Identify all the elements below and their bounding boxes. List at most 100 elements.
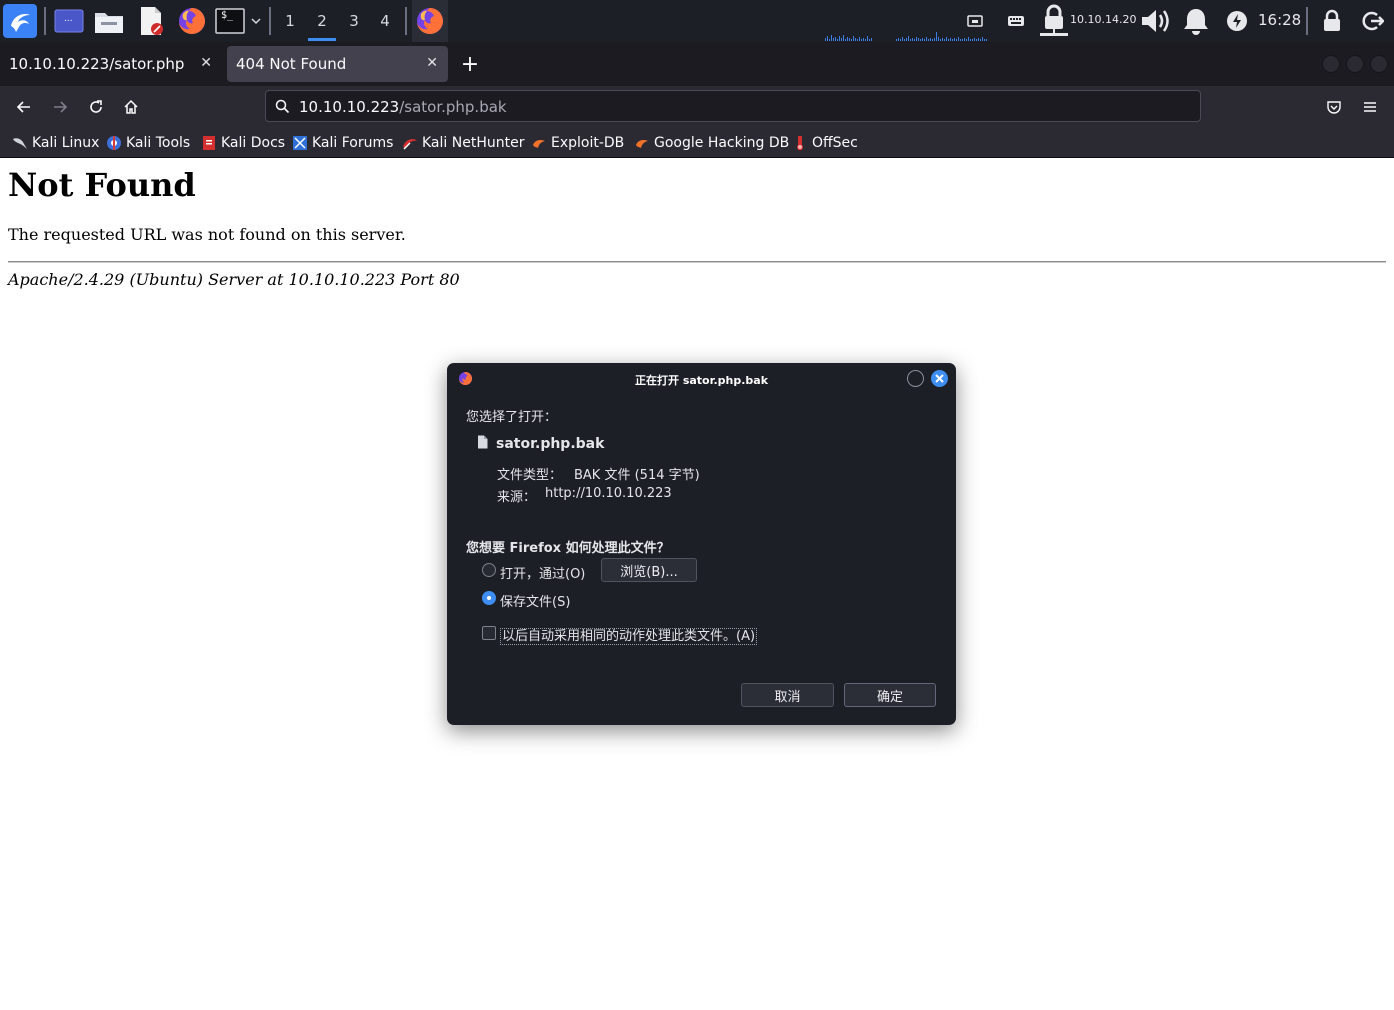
firefox-window-button[interactable] (412, 0, 448, 42)
bookmark-label: Kali Forums (312, 135, 394, 151)
address-bar[interactable]: 10.10.10.223/sator.php.bak (265, 90, 1201, 122)
close-icon (935, 374, 944, 383)
bookmark-google-hacking-db[interactable]: Google Hacking DB (634, 133, 789, 153)
handling-question: 您想要 Firefox 如何处理此文件？ (466, 541, 670, 556)
back-button[interactable] (9, 92, 39, 122)
save-file-radio[interactable] (482, 591, 496, 605)
panel-separator (1306, 7, 1308, 35)
download-dialog: 正在打开 sator.php.bak 您选择了打开： sator.php.bak… (447, 363, 956, 725)
notifications-applet[interactable] (1180, 0, 1212, 42)
kali-dragon-icon (13, 138, 27, 149)
tab-404-not-found[interactable]: 404 Not Found ✕ (227, 46, 448, 82)
ghdb-icon (636, 140, 648, 148)
workspace-4[interactable]: 4 (369, 0, 401, 42)
close-icon[interactable]: ✕ (426, 55, 438, 71)
error-message: The requested URL was not found on this … (8, 225, 406, 244)
close-icon[interactable]: ✕ (200, 55, 212, 71)
home-button[interactable] (116, 92, 146, 122)
file-manager-button[interactable] (92, 0, 126, 42)
firefox-launcher-button[interactable] (174, 0, 210, 42)
save-file-label[interactable]: 保存文件(S) (500, 591, 570, 610)
file-source-label: 来源： (497, 490, 537, 505)
vpn-lock-icon (1040, 4, 1068, 36)
forward-button[interactable] (45, 92, 75, 122)
bookmark-label: Kali Docs (221, 135, 286, 151)
reload-icon (90, 100, 102, 113)
remember-choice-label[interactable]: 以后自动采用相同的动作处理此类文件。(A) (500, 625, 758, 645)
tab-label: 404 Not Found (236, 55, 347, 73)
bookmark-label: Kali Tools (126, 135, 191, 151)
bookmark-label: Exploit-DB (551, 135, 625, 151)
kali-menu-icon (3, 4, 37, 38)
kali-docs-icon (203, 136, 215, 150)
bookmarks-toolbar: Kali Linux Kali Tools Kali Docs Kali For… (0, 128, 1394, 158)
panel-separator (44, 7, 46, 35)
pocket-icon (1327, 101, 1341, 114)
chevron-down-icon (251, 18, 261, 25)
open-with-label[interactable]: 打开，通过(O) (500, 563, 585, 582)
keyboard-applet[interactable] (1005, 0, 1027, 42)
bookmark-kali-forums[interactable]: Kali Forums (292, 133, 393, 153)
logout-button[interactable] (1360, 0, 1386, 42)
panel-clock[interactable]: 16:28 (1258, 11, 1301, 29)
power-icon (1227, 11, 1247, 31)
text-editor-button[interactable] (134, 0, 168, 42)
tab-label: 10.10.10.223/sator.php (9, 55, 185, 73)
dialog-minimize-button[interactable] (907, 370, 924, 387)
url-text: 10.10.10.223/sator.php.bak (299, 98, 507, 116)
maximize-button[interactable] (1346, 55, 1364, 73)
navigation-toolbar: 10.10.10.223/sator.php.bak (0, 86, 1394, 128)
bookmark-kali-tools[interactable]: Kali Tools (106, 133, 190, 153)
open-with-radio[interactable] (482, 563, 496, 577)
workspace-1[interactable]: 1 (274, 0, 306, 42)
file-type-label: 文件类型： (497, 468, 563, 483)
back-arrow-icon (16, 101, 30, 113)
tab-strip: 10.10.10.223/sator.php ✕ 404 Not Found ✕ (0, 42, 1394, 86)
search-icon (275, 99, 290, 114)
pocket-button[interactable] (1319, 92, 1349, 122)
cancel-button[interactable]: 取消 (741, 683, 834, 707)
network-applet[interactable] (964, 0, 986, 42)
browse-button[interactable]: 浏览(B)... (601, 558, 697, 582)
network-icon (967, 15, 983, 27)
vpn-status[interactable] (1038, 0, 1070, 42)
workspace-2[interactable]: 2 (306, 0, 338, 42)
top-panel: ... $_ 1 2 3 4 10.10.14.20 16:28 (0, 0, 1394, 42)
remember-choice-text: 以后自动采用相同的动作处理此类文件。(A) (500, 628, 758, 645)
power-manager-applet[interactable] (1224, 0, 1250, 42)
workspace-3[interactable]: 3 (338, 0, 370, 42)
reload-button[interactable] (81, 92, 111, 122)
page-title: Not Found (8, 166, 196, 204)
new-tab-button[interactable]: + (458, 51, 482, 77)
bookmark-offsec[interactable]: OffSec (792, 133, 858, 153)
terminal-prompt: $_ (221, 10, 234, 21)
bookmark-kali-nethunter[interactable]: Kali NetHunter (402, 133, 524, 153)
text-editor-icon (141, 7, 163, 35)
vpn-ip-address: 10.10.14.20 (1070, 13, 1137, 26)
close-window-button[interactable] (1370, 55, 1388, 73)
remember-choice-checkbox[interactable] (482, 626, 496, 640)
chosen-to-open-label: 您选择了打开： (466, 410, 558, 425)
tab-sator-php[interactable]: 10.10.10.223/sator.php ✕ (0, 46, 222, 82)
home-icon (124, 99, 138, 114)
bookmark-exploit-db[interactable]: Exploit-DB (531, 133, 624, 153)
firefox-icon (179, 8, 205, 34)
minimize-button[interactable] (1322, 55, 1340, 73)
terminal-menu-button[interactable] (248, 0, 264, 42)
file-icon (478, 435, 488, 449)
workspace-preview-button[interactable]: ... (52, 0, 86, 42)
lock-screen-button[interactable] (1320, 0, 1344, 42)
terminal-launcher-button[interactable]: $_ (214, 0, 246, 42)
app-menu-button[interactable] (1355, 92, 1385, 122)
bookmark-kali-linux[interactable]: Kali Linux (12, 133, 99, 153)
dialog-close-button[interactable] (931, 370, 948, 387)
ok-button[interactable]: 确定 (844, 683, 936, 707)
volume-applet[interactable] (1138, 0, 1172, 42)
url-path: /sator.php.bak (399, 98, 507, 116)
kali-menu-button[interactable] (2, 0, 38, 42)
bookmark-kali-docs[interactable]: Kali Docs (201, 133, 285, 153)
offsec-icon (797, 136, 803, 151)
bell-icon (1184, 9, 1208, 35)
file-manager-icon (95, 13, 123, 33)
server-signature: Apache/2.4.29 (Ubuntu) Server at 10.10.1… (8, 270, 460, 289)
